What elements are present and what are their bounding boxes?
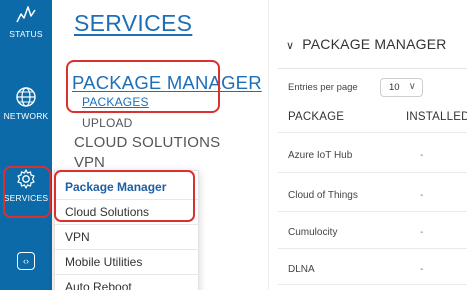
chevron-down-icon: ∨ [286,40,295,52]
app-frame: STATUS NETWORK SERVICES ‹› SERVICES PACK… [0,0,467,290]
menu-item-vpn[interactable]: VPN [74,154,105,171]
rail-label-status: STATUS [9,29,43,39]
rail-label-network: NETWORK [3,111,49,121]
status-icon [16,6,36,23]
panel-header[interactable]: ∨ PACKAGE MANAGER [286,36,447,52]
entries-select-value: 10 [389,82,400,93]
table-cell-package: Azure IoT Hub [288,150,353,161]
panel-header-divider [278,68,467,69]
globe-icon [16,87,36,107]
chevron-down-icon: ∨ [408,81,416,92]
table-divider [278,132,467,133]
table-cell-package: DLNA [288,264,315,275]
table-divider [278,172,467,173]
system-icon: ‹› [17,252,35,270]
dropdown-divider [55,224,200,225]
services-title[interactable]: SERVICES [74,10,192,37]
table-cell-installed: - [420,264,424,275]
table-divider [278,248,467,249]
entries-per-page-select[interactable]: 10 ∨ [380,78,423,97]
dropdown-item-vpn[interactable]: VPN [65,230,90,244]
panel-divider [268,0,269,290]
table-cell-installed: - [420,190,424,201]
table-cell-package: Cumulocity [288,227,338,238]
table-divider [278,211,467,212]
menu-item-cloud-solutions[interactable]: CLOUD SOLUTIONS [74,134,220,151]
highlight-package-manager [66,60,220,113]
dropdown-divider [55,274,200,275]
highlight-services-rail [3,166,51,218]
column-header-installed[interactable]: INSTALLED [406,111,467,123]
table-cell-installed: - [420,227,424,238]
entries-label: Entries per page [288,82,358,93]
dropdown-item-mobile-utilities[interactable]: Mobile Utilities [65,255,142,269]
panel-header-label: PACKAGE MANAGER [302,36,447,52]
rail-item-status[interactable]: STATUS [0,4,52,39]
dropdown-item-auto-reboot[interactable]: Auto Reboot [65,280,132,290]
rail-item-system[interactable]: ‹› [0,252,52,270]
column-header-package[interactable]: PACKAGE [288,111,344,123]
icon-rail: STATUS NETWORK SERVICES ‹› [0,0,52,290]
dropdown-divider [55,249,200,250]
table-divider [278,284,467,285]
table-cell-installed: - [420,150,424,161]
highlight-dropdown-items [54,170,195,222]
menu-subitem-upload[interactable]: UPLOAD [82,116,133,130]
rail-item-network[interactable]: NETWORK [0,86,52,121]
table-cell-package: Cloud of Things [288,190,358,201]
